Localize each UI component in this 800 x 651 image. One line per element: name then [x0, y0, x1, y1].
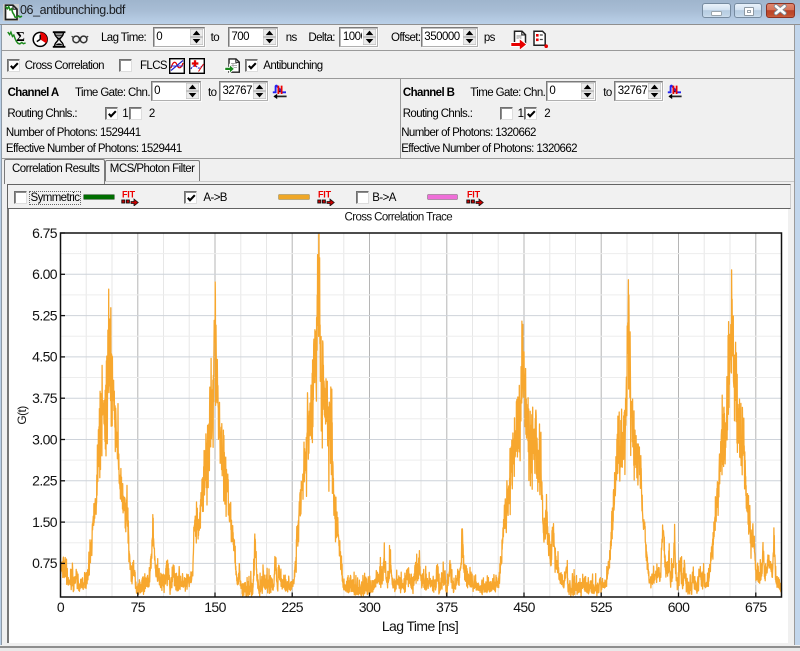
svg-text:600: 600: [668, 599, 690, 615]
svg-text:225: 225: [281, 599, 303, 615]
svg-text:75: 75: [131, 599, 146, 615]
svg-text:0: 0: [57, 599, 65, 615]
svg-text:FIT: FIT: [467, 190, 481, 200]
svg-text:525: 525: [590, 599, 612, 615]
svg-text:FIT: FIT: [122, 190, 136, 200]
svg-text:Cross Correlation Trace: Cross Correlation Trace: [345, 212, 453, 224]
svg-text:6.75: 6.75: [32, 225, 58, 241]
svg-text:Lag Time [ns]: Lag Time [ns]: [382, 618, 458, 634]
svg-text:5.25: 5.25: [32, 307, 58, 323]
svg-text:675: 675: [745, 599, 767, 615]
svg-text:3.00: 3.00: [32, 431, 58, 447]
svg-text:1.50: 1.50: [32, 514, 58, 530]
svg-text:450: 450: [513, 599, 535, 615]
svg-text:4.50: 4.50: [32, 349, 58, 365]
svg-text:150: 150: [204, 599, 226, 615]
svg-text:3.75: 3.75: [32, 390, 58, 406]
svg-text:6.00: 6.00: [32, 266, 58, 282]
svg-text:375: 375: [436, 599, 458, 615]
svg-text:0.75: 0.75: [32, 555, 58, 571]
svg-text:300: 300: [359, 599, 381, 615]
svg-text:FIT: FIT: [318, 190, 332, 200]
svg-text:G(t): G(t): [15, 406, 29, 425]
svg-text:2.25: 2.25: [32, 473, 58, 489]
